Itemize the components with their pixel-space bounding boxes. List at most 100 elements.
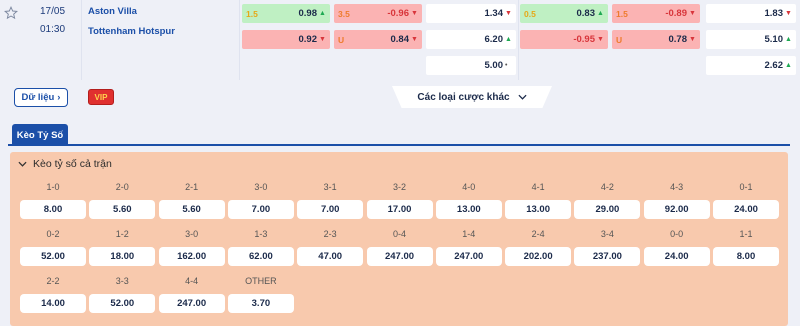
- score-odd-button[interactable]: 24.00: [713, 200, 779, 219]
- arrow-down-icon: ▼: [689, 36, 696, 43]
- score-label: 4-3: [670, 182, 684, 192]
- ou-ft-under-odd[interactable]: U 0.84 ▼: [334, 30, 422, 49]
- tab-bar: Kèo Tỷ Số: [8, 124, 790, 146]
- score-odd-button[interactable]: 247.00: [158, 294, 225, 313]
- data-button[interactable]: Dữ liệu ›: [14, 88, 68, 107]
- ou-h1-over-odd[interactable]: 1.5 -0.89 ▼: [612, 4, 700, 23]
- chevron-down-icon: [518, 92, 527, 103]
- score-odd-button[interactable]: 24.00: [643, 247, 710, 266]
- dot-icon: •: [505, 62, 508, 69]
- home-team[interactable]: Aston Villa: [88, 6, 137, 17]
- score-label: 3-3: [115, 276, 129, 286]
- score-label: 0-0: [670, 229, 684, 239]
- more-bets-button[interactable]: Các loại cược khác: [392, 86, 552, 108]
- match-odds-page: 17/05 01:30 Aston Villa Tottenham Hotspu…: [0, 0, 800, 326]
- score-odd-button[interactable]: 14.00: [20, 294, 86, 313]
- handicap-ft-home-odd[interactable]: 1.5 0.98 ▲: [242, 4, 330, 23]
- x12-ft-away-odd[interactable]: 6.20 ▲: [426, 30, 516, 49]
- score-label: 4-4: [185, 276, 199, 286]
- score-odd-button[interactable]: 8.00: [713, 247, 779, 266]
- arrow-up-icon: ▲: [505, 36, 512, 43]
- score-odd-button[interactable]: 162.00: [158, 247, 225, 266]
- score-label: 1-4: [462, 229, 476, 239]
- x12-h1-home-odd[interactable]: 1.83 ▼: [706, 4, 796, 23]
- score-odd-button[interactable]: 13.00: [505, 200, 572, 219]
- score-odd-button[interactable]: 247.00: [435, 247, 502, 266]
- score-odd-button[interactable]: 18.00: [89, 247, 156, 266]
- score-odd-button[interactable]: 3.70: [227, 294, 294, 313]
- section-title: Kèo tỷ số cả trận: [33, 158, 112, 170]
- score-label: 3-1: [323, 182, 337, 192]
- score-odd-button[interactable]: 237.00: [574, 247, 641, 266]
- match-action-row: Dữ liệu › VIP Các loại cược khác: [0, 80, 800, 114]
- score-label: 2-2: [46, 276, 60, 286]
- x12-ft-home-odd[interactable]: 1.34 ▼: [426, 4, 516, 23]
- score-odd-button[interactable]: 7.00: [227, 200, 294, 219]
- score-odd-button[interactable]: 202.00: [505, 247, 572, 266]
- score-odd-button[interactable]: 247.00: [366, 247, 433, 266]
- score-label: 3-2: [392, 182, 406, 192]
- match-time: 01:30: [40, 24, 66, 35]
- arrow-down-icon: ▼: [411, 36, 418, 43]
- arrow-up-icon: ▲: [785, 62, 792, 69]
- ou-h1-under-odd[interactable]: U 0.78 ▼: [612, 30, 700, 49]
- score-odd-button[interactable]: 52.00: [20, 247, 86, 266]
- score-label: 4-2: [600, 182, 614, 192]
- vip-badge[interactable]: VIP: [88, 89, 114, 105]
- x12-ft-draw-odd[interactable]: 5.00 •: [426, 56, 516, 75]
- match-date: 17/05: [40, 6, 66, 17]
- arrow-up-icon: ▲: [785, 36, 792, 43]
- score-odd-button[interactable]: 62.00: [227, 247, 294, 266]
- score-odd-button[interactable]: 13.00: [435, 200, 502, 219]
- score-odd-button[interactable]: 7.00: [297, 200, 364, 219]
- handicap-h1-home-odd[interactable]: 0.5 0.83 ▲: [520, 4, 608, 23]
- score-label: 1-1: [739, 229, 753, 239]
- x12-h1-away-odd[interactable]: 5.10 ▲: [706, 30, 796, 49]
- score-label: 3-0: [254, 182, 268, 192]
- score-label: 2-0: [115, 182, 129, 192]
- score-odd-button[interactable]: 5.60: [158, 200, 225, 219]
- score-label: 2-3: [323, 229, 337, 239]
- score-label: 1-2: [115, 229, 129, 239]
- chevron-right-icon: ›: [57, 92, 61, 103]
- score-odd-button[interactable]: 5.60: [89, 200, 156, 219]
- score-label: 0-4: [392, 229, 406, 239]
- teams-cell: Aston Villa Tottenham Hotspur: [82, 0, 240, 80]
- chevron-down-icon: [18, 159, 27, 169]
- score-label: OTHER: [245, 276, 277, 286]
- match-odds-row: 17/05 01:30 Aston Villa Tottenham Hotspu…: [0, 0, 800, 80]
- arrow-down-icon: ▼: [597, 36, 604, 43]
- score-odd-button[interactable]: 17.00: [366, 200, 433, 219]
- score-label: 4-0: [462, 182, 476, 192]
- score-odd-button[interactable]: 29.00: [574, 200, 641, 219]
- handicap-ft-line: 1.5: [246, 8, 258, 19]
- score-odd-button[interactable]: 92.00: [643, 200, 710, 219]
- match-time-cell: 17/05 01:30: [0, 0, 82, 80]
- favorite-star-icon[interactable]: [4, 6, 18, 20]
- correct-score-panel: Kèo tỷ số cả trận 1-0 8.00 2-0 5.60 2-1 5.60 3…: [10, 152, 788, 326]
- score-odd-button[interactable]: 8.00: [20, 200, 86, 219]
- score-label: 0-2: [46, 229, 60, 239]
- score-odd-button[interactable]: 47.00: [297, 247, 364, 266]
- handicap-h1-away-odd[interactable]: -0.95 ▼: [520, 30, 608, 49]
- score-label: 4-1: [531, 182, 545, 192]
- score-label: 2-4: [531, 229, 545, 239]
- arrow-up-icon: ▲: [319, 10, 326, 17]
- arrow-down-icon: ▼: [319, 36, 326, 43]
- score-odd-button[interactable]: 52.00: [89, 294, 156, 313]
- arrow-down-icon: ▼: [505, 10, 512, 17]
- arrow-down-icon: ▼: [689, 10, 696, 17]
- section-header[interactable]: Kèo tỷ số cả trận: [18, 158, 112, 170]
- arrow-down-icon: ▼: [785, 10, 792, 17]
- score-label: 1-0: [46, 182, 60, 192]
- score-label: 0-1: [739, 182, 753, 192]
- score-label: 1-3: [254, 229, 268, 239]
- handicap-ft-away-odd[interactable]: 0.92 ▼: [242, 30, 330, 49]
- column-divider: [518, 0, 519, 80]
- arrow-up-icon: ▲: [597, 10, 604, 17]
- away-team[interactable]: Tottenham Hotspur: [88, 26, 175, 37]
- x12-h1-draw-odd[interactable]: 2.62 ▲: [706, 56, 796, 75]
- ou-ft-over-odd[interactable]: 3.5 -0.96 ▼: [334, 4, 422, 23]
- score-label: 3-4: [600, 229, 614, 239]
- tab-correct-score[interactable]: Kèo Tỷ Số: [12, 124, 68, 146]
